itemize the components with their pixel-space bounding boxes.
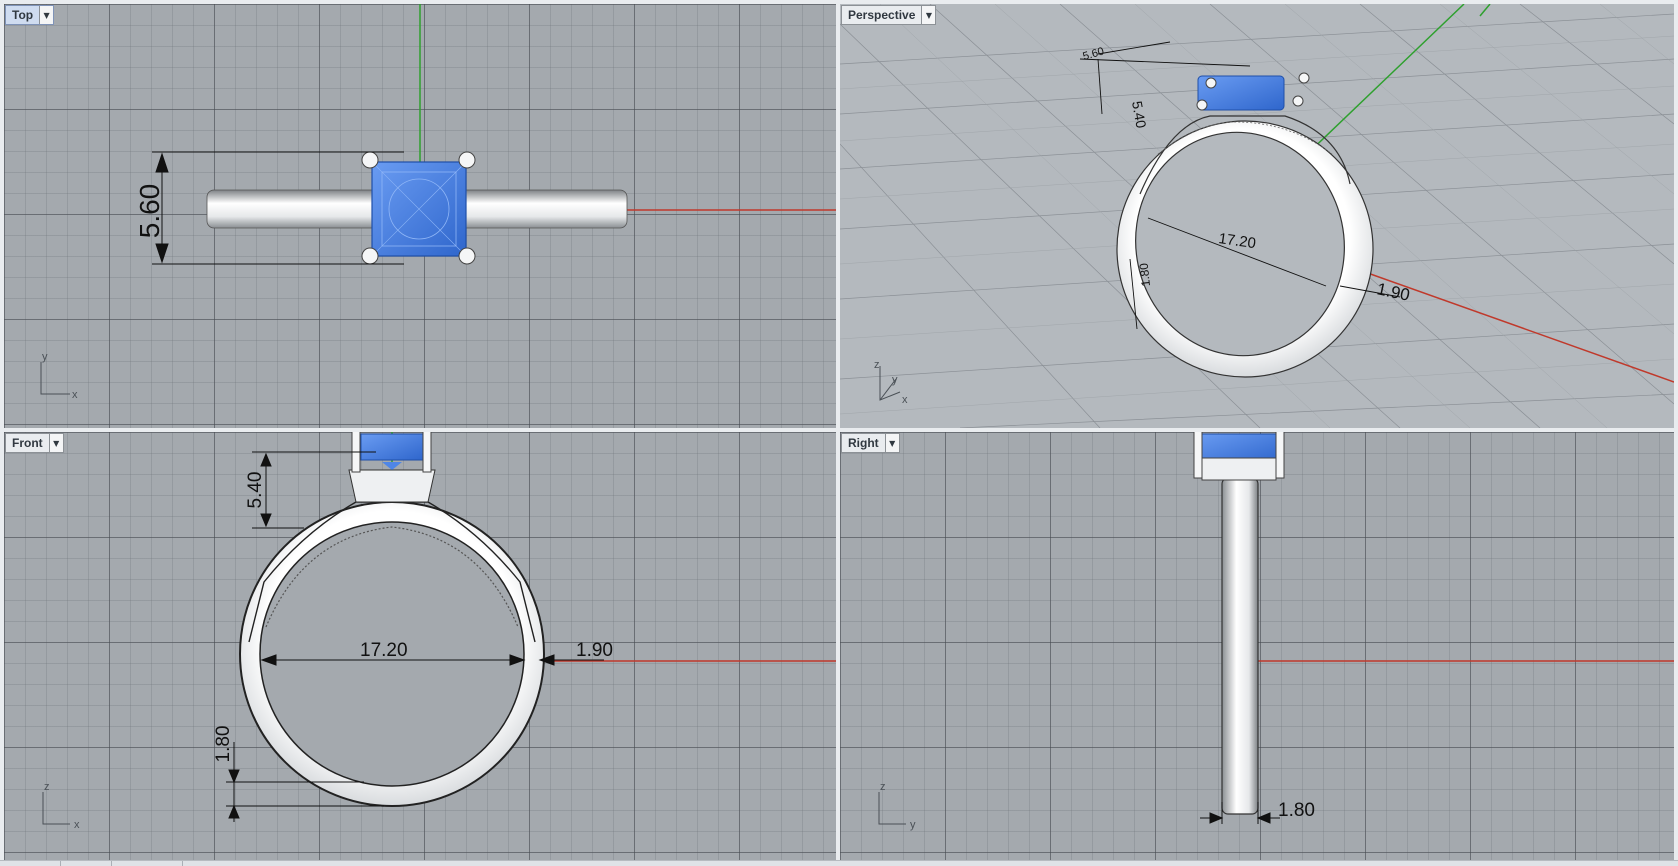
gemstone	[371, 161, 467, 257]
axis-widget	[878, 792, 906, 825]
dimension-label: 1.80	[1278, 800, 1315, 821]
viewport-tabs-strip	[0, 860, 1678, 866]
viewport-tab-perspective[interactable]: Perspective ▼	[841, 5, 937, 25]
axis-label-z: z	[880, 781, 886, 793]
viewport-top[interactable]: Top ▼ 5.60 y x	[4, 4, 836, 428]
chevron-down-icon[interactable]: ▼	[39, 6, 54, 24]
axis-label-y: y	[910, 819, 916, 831]
viewport-perspective[interactable]: Perspective ▼ 17.20 1.90 5.40 5.60 1.80 …	[840, 4, 1674, 428]
chevron-down-icon[interactable]: ▼	[884, 434, 899, 452]
viewport-title: Front	[12, 436, 43, 450]
viewport-title: Top	[12, 8, 34, 22]
ring-model	[239, 432, 545, 807]
viewport-scene: 17.20 1.90 5.40 5.60 1.80 z y x	[840, 4, 1674, 428]
strip-tab[interactable]	[112, 861, 183, 866]
dimension-label: 17.20	[360, 640, 408, 661]
axis-label-z: z	[44, 781, 50, 793]
ring-model	[1193, 432, 1285, 815]
dimension-label: 5.60	[134, 184, 165, 239]
strip-tab[interactable]	[0, 861, 61, 866]
dimension-label: 5.40	[1129, 100, 1150, 130]
chevron-down-icon[interactable]: ▼	[921, 6, 936, 24]
dimension-label: 1.80	[213, 726, 234, 763]
axis-widget	[40, 362, 70, 395]
dimension-label: 1.80	[1137, 262, 1153, 287]
dimension-label: 1.90	[1375, 279, 1411, 304]
viewport-front[interactable]: Front ▼ 17.20 1.90 5.40 1.80 z x	[4, 432, 836, 860]
dimension-label: 1.90	[576, 640, 613, 661]
axis-label-x: x	[902, 394, 908, 406]
viewport-right[interactable]: Right ▼ 1.80 z y	[840, 432, 1674, 860]
axis-label-x: x	[74, 819, 80, 831]
axis-label-x: x	[72, 389, 78, 401]
dimension-label: 5.40	[245, 472, 266, 509]
viewport-scene: 5.60 y x	[40, 4, 836, 401]
viewport-title: Right	[848, 436, 879, 450]
viewport-tab-front[interactable]: Front ▼	[5, 433, 64, 453]
viewport-tab-right[interactable]: Right ▼	[841, 433, 900, 453]
chevron-down-icon[interactable]: ▼	[48, 434, 63, 452]
axis-label-z: z	[874, 359, 880, 371]
viewport-tab-top[interactable]: Top ▼	[5, 5, 55, 25]
axis-label-y: y	[892, 374, 898, 386]
strip-tab[interactable]	[61, 861, 112, 866]
axis-widget	[42, 792, 70, 825]
viewport-title: Perspective	[848, 8, 916, 22]
axis-label-y: y	[42, 351, 48, 363]
viewport-scene: 17.20 1.90 5.40 1.80 z x	[42, 432, 836, 831]
viewport-scene: 1.80 z y	[878, 432, 1674, 831]
